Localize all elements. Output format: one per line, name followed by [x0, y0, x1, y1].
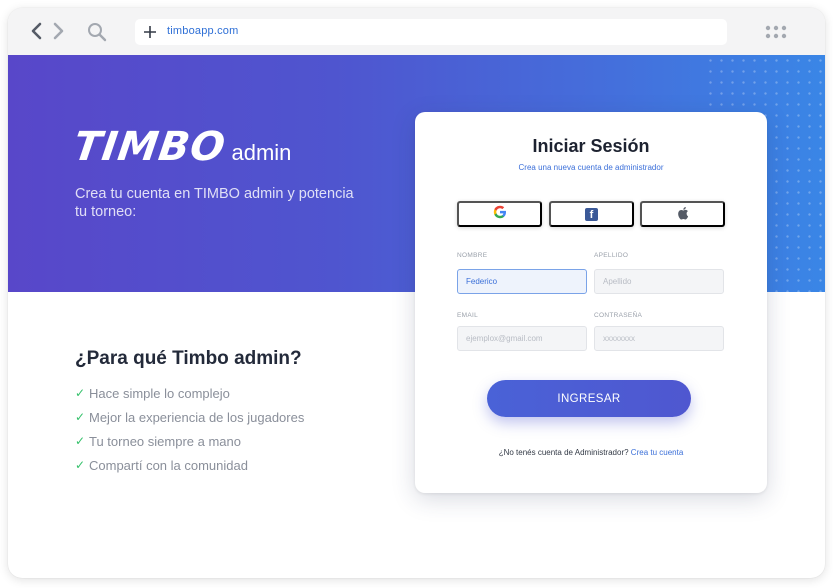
url-text: timboapp.com	[167, 25, 239, 37]
apple-login-button[interactable]	[640, 201, 725, 227]
address-bar[interactable]: timboapp.com	[135, 19, 727, 45]
no-account-text: ¿No tenés cuenta de Administrador?	[498, 448, 629, 457]
benefit-item: ✓ Tu torneo siempre a mano	[75, 429, 304, 453]
apellido-input[interactable]	[594, 269, 724, 294]
benefit-text: Mejor la experiencia de los jugadores	[89, 409, 305, 425]
login-title: Iniciar Sesión	[532, 136, 650, 156]
grid-dots-icon[interactable]	[764, 23, 788, 41]
facebook-login-button[interactable]: f	[549, 201, 634, 227]
benefit-text: Compartí con la comunidad	[89, 457, 248, 473]
chevron-right-icon[interactable]	[51, 20, 67, 42]
browser-window: timboapp.com TIMBO admin Crea tu cuenta …	[8, 8, 825, 578]
google-login-button[interactable]	[457, 201, 542, 227]
no-account-line: ¿No tenés cuenta de Administrador? Crea …	[415, 448, 767, 457]
benefit-text: Hace simple lo complejo	[89, 385, 230, 401]
check-icon: ✓	[75, 458, 86, 472]
apellido-label: APELLIDO	[594, 252, 629, 259]
facebook-icon: f	[585, 207, 598, 221]
timbo-logo: TIMBO admin	[70, 124, 292, 170]
search-icon[interactable]	[86, 21, 108, 43]
nombre-input[interactable]	[457, 269, 587, 294]
benefit-item: ✓ Mejor la experiencia de los jugadores	[75, 405, 304, 429]
check-icon: ✓	[75, 410, 86, 424]
email-label: EMAIL	[457, 312, 479, 319]
check-icon: ✓	[75, 434, 86, 448]
nombre-label: NOMBRE	[457, 252, 488, 259]
plus-icon[interactable]	[141, 23, 159, 41]
logo-word: TIMBO	[70, 124, 229, 170]
create-account-link[interactable]: Crea tu cuenta	[631, 448, 683, 457]
browser-toolbar: timboapp.com	[8, 8, 825, 55]
google-icon	[493, 205, 507, 223]
password-input[interactable]	[594, 326, 724, 351]
chevron-left-icon[interactable]	[28, 20, 44, 42]
hero-tagline: Crea tu cuenta en TIMBO admin y potencia…	[75, 186, 354, 220]
benefits-title: ¿Para qué Timbo admin?	[75, 348, 302, 369]
benefits-list: ✓ Hace simple lo complejo ✓ Mejor la exp…	[75, 381, 304, 477]
apple-icon	[677, 206, 689, 223]
benefit-item: ✓ Compartí con la comunidad	[75, 453, 304, 477]
logo-suffix: admin	[231, 140, 292, 165]
benefit-item: ✓ Hace simple lo complejo	[75, 381, 304, 405]
login-card: Iniciar Sesión Crea una nueva cuenta de …	[415, 112, 767, 493]
check-icon: ✓	[75, 386, 86, 400]
email-input[interactable]	[457, 326, 587, 351]
create-admin-account-link[interactable]: Crea una nueva cuenta de administrador	[415, 163, 767, 172]
benefit-text: Tu torneo siempre a mano	[89, 433, 241, 449]
ingresar-button[interactable]: INGRESAR	[487, 380, 691, 417]
contrasena-label: CONTRASEÑA	[594, 312, 643, 319]
